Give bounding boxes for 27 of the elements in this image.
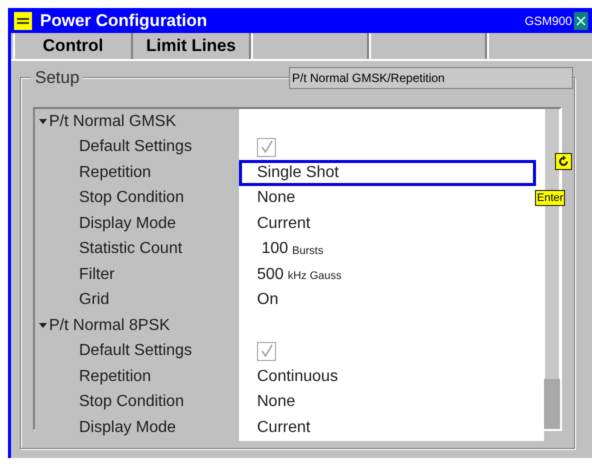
enter-hint: Enter (535, 190, 566, 206)
group-label[interactable]: P/t Normal 8PSK (49, 314, 170, 338)
checkbox[interactable] (257, 342, 276, 361)
setting-label: Default Settings (79, 137, 192, 158)
setting-label: Repetition (79, 366, 152, 387)
tab[interactable]: Control (13, 33, 133, 59)
rotate-icon (555, 153, 572, 170)
mode-label: GSM900 (524, 12, 572, 30)
caret-icon[interactable] (39, 322, 47, 329)
setting-label: Statistic Count (79, 239, 182, 260)
setting-label: Filter (79, 264, 115, 285)
setting-label: Default Settings (79, 341, 192, 362)
value-field[interactable]: Single Shot (239, 160, 536, 186)
group-label[interactable]: P/t Normal GMSK (49, 110, 176, 134)
setting-label: Grid (79, 290, 110, 310)
checkbox[interactable] (257, 138, 276, 157)
caret-icon[interactable] (39, 118, 47, 125)
checkmark-icon (260, 344, 274, 358)
window-title: Power Configuration (40, 10, 208, 32)
checkmark-icon (260, 140, 274, 154)
setting-label: Stop Condition (79, 188, 184, 208)
setting-label: Stop Condition (79, 392, 184, 412)
setting-label: Display Mode (79, 418, 176, 438)
setting-label: Display Mode (79, 214, 176, 234)
path-display: P/t Normal GMSK/Repetition (289, 67, 573, 89)
setting-label: Repetition (79, 162, 152, 183)
window-menu-icon[interactable] (14, 12, 32, 30)
